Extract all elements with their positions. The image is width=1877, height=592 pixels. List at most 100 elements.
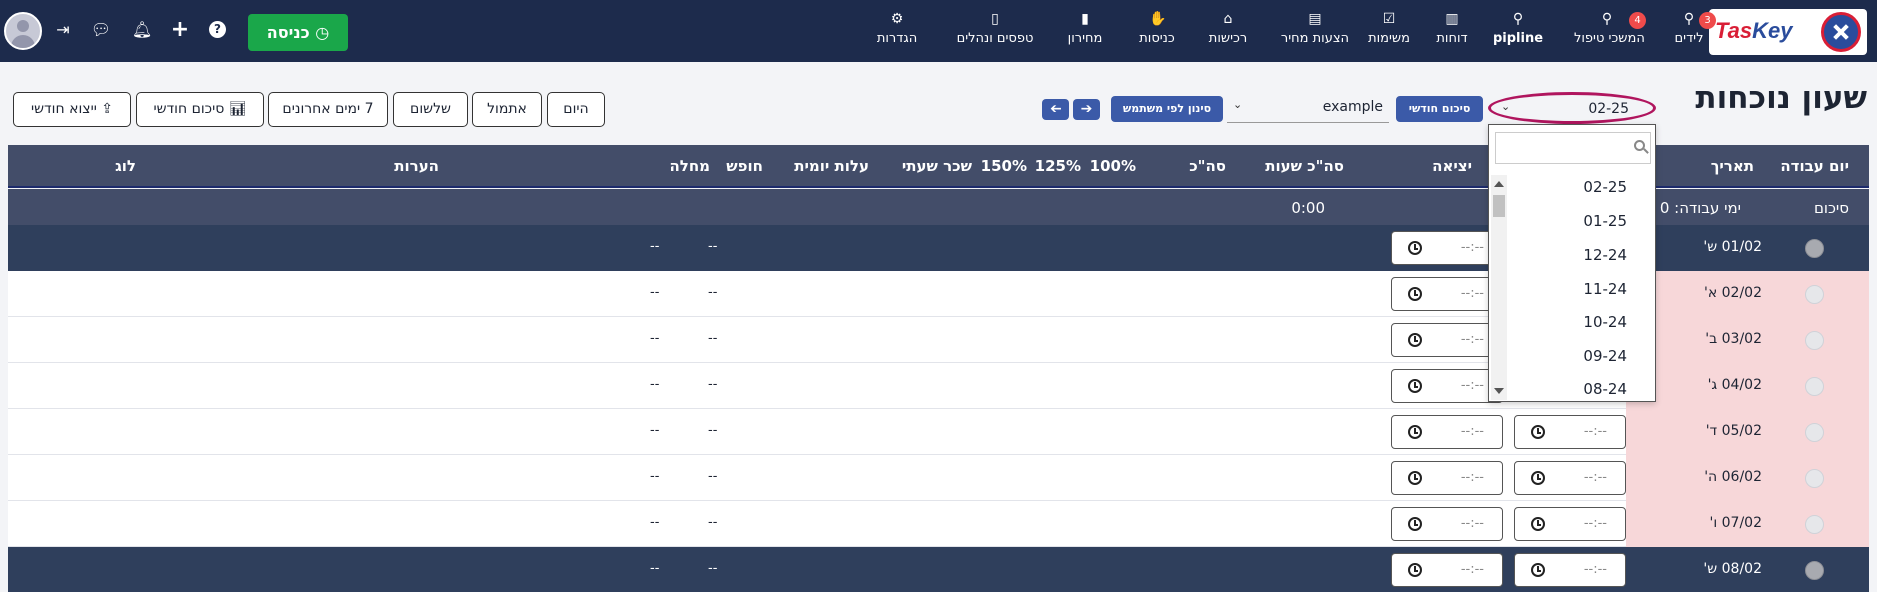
month-option[interactable]: 10-24 (1583, 313, 1627, 331)
clock-icon (1531, 517, 1545, 531)
chat-icon[interactable]: 💬︎ (90, 19, 112, 41)
nav-item-pipline[interactable]: ⚲ pipline (1492, 10, 1544, 56)
exit-time-input[interactable]: --:-- (1391, 323, 1503, 357)
summary-workdays: ימי עבודה: 0 (1659, 199, 1741, 217)
nav-item-settings[interactable]: ⚙ הגדרות (866, 10, 928, 56)
date-cell: 01/02 ש' (1626, 225, 1869, 271)
nav-item-pricelist[interactable]: ▮ מחירון (1057, 10, 1113, 56)
prev-arrow-button[interactable]: ➔ (1042, 99, 1069, 120)
sick-value: -- (650, 469, 660, 484)
nav-item-tasks[interactable]: ☑ משימות (1360, 10, 1418, 56)
workday-radio[interactable] (1805, 561, 1824, 580)
exit-time-input[interactable]: --:-- (1391, 369, 1503, 403)
month-option[interactable]: 11-24 (1583, 280, 1627, 298)
monthly-export-button[interactable]: ⇪ ייצוא חודשי (13, 92, 131, 127)
nav-item-purchases[interactable]: ⌂ רכישות (1197, 10, 1259, 56)
monthly-summary-button[interactable]: סיכום חודשי (1396, 96, 1483, 122)
entry-time-input[interactable]: --:-- (1514, 415, 1626, 449)
workday-radio[interactable] (1805, 515, 1824, 534)
entry-time-input[interactable]: --:-- (1514, 461, 1626, 495)
taskey-logo[interactable]: TasKey (1709, 9, 1867, 55)
nav-label: המשכי טיפול (1574, 31, 1645, 46)
sick-value: -- (650, 377, 660, 392)
row-date: 06/02 ה' (1704, 469, 1762, 485)
exit-time-input[interactable]: --:-- (1391, 415, 1503, 449)
dropdown-search-input[interactable] (1495, 132, 1651, 164)
nav-item-quotes[interactable]: ▤ הצעות מחיר (1274, 10, 1356, 56)
col-log: לוג (115, 157, 136, 175)
bell-icon[interactable]: 🔔︎ (131, 19, 153, 41)
login-icon[interactable]: ⇥ (52, 19, 74, 41)
nav-item-incomes[interactable]: ✋ כניסות (1128, 10, 1186, 56)
export-icon: ⇪ (101, 101, 114, 117)
exit-time-input[interactable]: --:-- (1391, 507, 1503, 541)
filter-by-user-button[interactable]: סינון לפי משתמש (1111, 96, 1223, 122)
nav-label: הצעות מחיר (1280, 31, 1350, 46)
nav-label: מחירון (1067, 31, 1103, 46)
logo-text: TasKey (1715, 18, 1793, 43)
next-arrow-button[interactable]: ➔ (1073, 99, 1100, 120)
date-cell: 04/02 ג' (1626, 363, 1869, 409)
nav-label: משימות (1368, 31, 1410, 46)
col-125: 125% (1034, 157, 1081, 175)
exit-time-input[interactable]: --:-- (1391, 231, 1503, 265)
workday-radio[interactable] (1805, 377, 1824, 396)
nav-item-leads[interactable]: ⚲ לידים 3 (1661, 10, 1717, 56)
scroll-up-icon[interactable] (1494, 181, 1504, 187)
handshake-icon: ✋ (1149, 11, 1167, 27)
nav-item-reports[interactable]: ▥ דוחות (1432, 10, 1472, 56)
month-option[interactable]: 09-24 (1583, 347, 1627, 365)
month-option[interactable]: 01-25 (1583, 212, 1627, 230)
bar-chart-icon: ▥ (1445, 11, 1459, 27)
today-button[interactable]: היום (547, 92, 605, 127)
plus-icon[interactable]: + (169, 19, 191, 41)
clock-icon (1408, 517, 1422, 531)
dropdown-scrollbar[interactable] (1491, 175, 1507, 400)
bar-chart-icon: 📊︎ (228, 101, 247, 117)
vacation-value: -- (708, 239, 718, 254)
checkbox-icon: ☑ (1382, 11, 1396, 27)
clock-icon (1408, 287, 1422, 301)
month-select-value: 02-25 (1588, 101, 1629, 117)
workday-radio[interactable] (1805, 331, 1824, 350)
monthly-summary-filter-button[interactable]: 📊︎ סיכום חודשי (136, 92, 264, 127)
arrow-right-icon: ➔ (1080, 101, 1093, 117)
clock-in-button[interactable]: ◷ כניסה (248, 14, 348, 51)
last-7-days-button[interactable]: 7 ימים אחרונים (268, 92, 388, 127)
scrollbar-thumb[interactable] (1493, 195, 1505, 217)
col-sick: מחלה (669, 157, 710, 175)
vacation-value: -- (708, 285, 718, 300)
month-option[interactable]: 02-25 (1583, 178, 1627, 196)
nav-item-forms[interactable]: ▯ טפסים ונהלים (939, 10, 1051, 56)
scroll-down-icon[interactable] (1494, 388, 1504, 394)
clock-icon (1531, 471, 1545, 485)
exit-time-input[interactable]: --:-- (1391, 461, 1503, 495)
help-icon[interactable]: ? (209, 21, 226, 38)
workday-radio[interactable] (1805, 285, 1824, 304)
month-select[interactable]: 02-25 ⌄ (1488, 92, 1656, 124)
user-avatar[interactable] (4, 12, 42, 50)
entry-time-input[interactable]: --:-- (1514, 553, 1626, 587)
col-100: 100% (1089, 157, 1136, 175)
entry-time-input[interactable]: --:-- (1514, 507, 1626, 541)
month-option[interactable]: 08-24 (1583, 380, 1627, 398)
nav-item-followup[interactable]: ⚲ המשכי טיפול 4 (1574, 10, 1646, 56)
exit-time-input[interactable]: --:-- (1391, 277, 1503, 311)
nav-label: טפסים ונהלים (956, 31, 1034, 46)
month-option[interactable]: 12-24 (1583, 246, 1627, 264)
workday-radio[interactable] (1805, 239, 1824, 258)
vacation-value: -- (708, 469, 718, 484)
day-before-button[interactable]: שלשום (393, 92, 468, 127)
table-row: 08/02 ש' --:-- --:-- -- -- (8, 547, 1869, 592)
table-row: 07/02 ו' --:-- --:-- -- -- (8, 501, 1869, 547)
yesterday-button[interactable]: אתמול (472, 92, 542, 127)
vacation-value: -- (708, 515, 718, 530)
exit-time-input[interactable]: --:-- (1391, 553, 1503, 587)
vacation-value: -- (708, 377, 718, 392)
clock-icon (1408, 333, 1422, 347)
clock-icon (1408, 563, 1422, 577)
user-select[interactable]: example ⌄ (1227, 95, 1389, 123)
workday-radio[interactable] (1805, 469, 1824, 488)
workday-radio[interactable] (1805, 423, 1824, 442)
sick-value: -- (650, 285, 660, 300)
